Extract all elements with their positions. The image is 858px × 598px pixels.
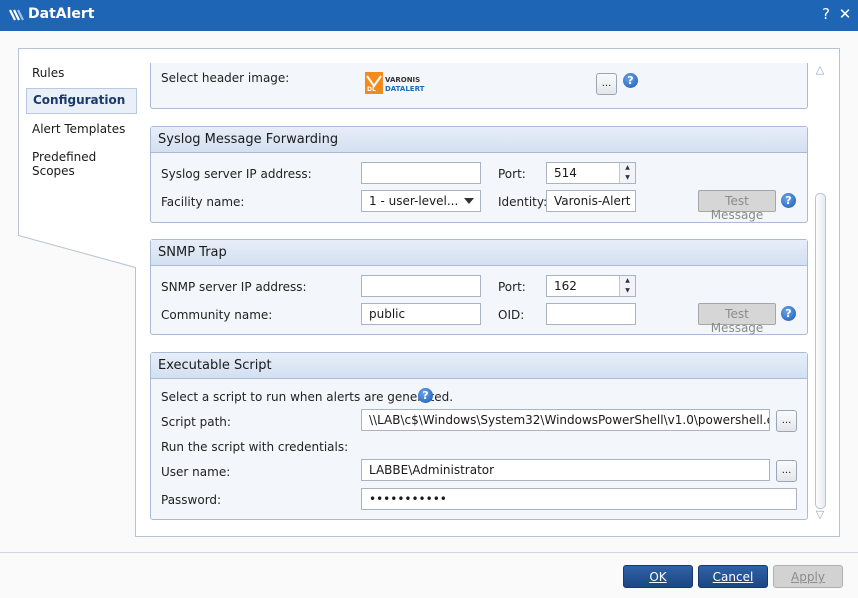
spin-down-icon[interactable]: ▼ <box>619 286 635 296</box>
spin-down-icon[interactable]: ▼ <box>619 173 635 183</box>
snmp-port-label: Port: <box>498 280 526 294</box>
syslog-server-ip-input[interactable] <box>361 162 481 184</box>
dropdown-arrow-icon <box>464 198 474 204</box>
syslog-test-message-button[interactable]: Test Message <box>698 190 776 222</box>
syslog-facility-value: 1 - user-level... <box>369 194 459 208</box>
help-icon[interactable]: ? <box>817 5 835 23</box>
title-bar: DatAlert ? ✕ <box>0 0 858 31</box>
snmp-port-value: 162 <box>554 279 577 293</box>
spin-up-icon[interactable]: ▲ <box>619 163 635 173</box>
script-user-input[interactable]: LABBE\Administrator <box>361 459 770 481</box>
logo-text-bottom: DATALERT <box>385 85 425 93</box>
snmp-oid-label: OID: <box>498 308 525 322</box>
syslog-port-stepper[interactable]: 514 ▲ ▼ <box>546 162 636 184</box>
header-image-group <box>150 63 808 109</box>
scrollbar-thumb[interactable] <box>815 193 826 509</box>
scroll-down-icon[interactable]: ▽ <box>813 508 827 522</box>
nav-item-alert-templates[interactable]: Alert Templates <box>26 117 137 143</box>
question-icon[interactable]: ? <box>781 306 796 321</box>
script-group-title: Executable Script <box>151 353 807 379</box>
snmp-community-input[interactable]: public <box>361 303 481 325</box>
snmp-community-label: Community name: <box>161 308 273 322</box>
footer-divider <box>0 552 858 553</box>
question-icon[interactable]: ? <box>781 193 796 208</box>
window-title: DatAlert <box>28 6 95 22</box>
script-intro-label: Select a script to run when alerts are g… <box>161 390 454 404</box>
apply-button[interactable]: Apply <box>773 565 843 588</box>
nav-item-label: Configuration <box>33 93 126 107</box>
snmp-port-stepper[interactable]: 162 ▲ ▼ <box>546 275 636 297</box>
nav-item-label: Alert Templates <box>32 122 126 136</box>
ok-button-label: OK <box>649 570 667 584</box>
question-icon[interactable]: ? <box>418 388 433 403</box>
logo-badge-text: DL <box>367 86 376 93</box>
script-user-browse-button[interactable]: ... <box>776 460 797 482</box>
script-user-label: User name: <box>161 465 231 479</box>
header-image-browse-button[interactable]: ... <box>596 73 617 95</box>
script-path-label: Script path: <box>161 415 231 429</box>
question-icon[interactable]: ? <box>623 73 638 88</box>
spin-up-icon[interactable]: ▲ <box>619 276 635 286</box>
nav-item-configuration[interactable]: Configuration <box>26 88 137 114</box>
syslog-port-label: Port: <box>498 167 526 181</box>
script-password-label: Password: <box>161 493 222 507</box>
script-path-input[interactable]: \\LAB\c$\Windows\System32\WindowsPowerSh… <box>361 409 770 431</box>
script-path-browse-button[interactable]: ... <box>776 410 797 432</box>
syslog-group-title: Syslog Message Forwarding <box>151 127 807 153</box>
syslog-facility-select[interactable]: 1 - user-level... <box>361 190 481 212</box>
apply-button-label: Apply <box>791 570 825 584</box>
datalert-logo-icon <box>9 9 24 21</box>
scroll-up-icon[interactable]: △ <box>813 63 827 77</box>
close-icon[interactable]: ✕ <box>836 5 854 23</box>
snmp-group-title: SNMP Trap <box>151 240 807 266</box>
cancel-button-label: Cancel <box>712 570 754 584</box>
syslog-facility-label: Facility name: <box>161 195 245 209</box>
nav-item-rules[interactable]: Rules <box>26 61 137 87</box>
syslog-identity-label: Identity: <box>498 195 548 209</box>
script-password-input[interactable]: ••••••••••• <box>361 488 797 510</box>
snmp-test-message-button[interactable]: Test Message <box>698 303 776 335</box>
snmp-server-ip-label: SNMP server IP address: <box>161 280 307 294</box>
logo-text-top: VARONIS <box>385 76 421 84</box>
syslog-identity-input[interactable]: Varonis-Alert <box>546 190 636 212</box>
snmp-oid-input[interactable] <box>546 303 636 325</box>
nav-item-label: Rules <box>32 66 65 80</box>
syslog-server-ip-label: Syslog server IP address: <box>161 167 312 181</box>
ok-button[interactable]: OK <box>623 565 693 588</box>
header-image-label: Select header image: <box>161 71 290 85</box>
syslog-port-value: 514 <box>554 166 577 180</box>
snmp-server-ip-input[interactable] <box>361 275 481 297</box>
cancel-button[interactable]: Cancel <box>698 565 768 588</box>
nav-item-predefined-scopes[interactable]: Predefined Scopes <box>26 145 137 178</box>
script-credentials-label: Run the script with credentials: <box>161 440 349 454</box>
